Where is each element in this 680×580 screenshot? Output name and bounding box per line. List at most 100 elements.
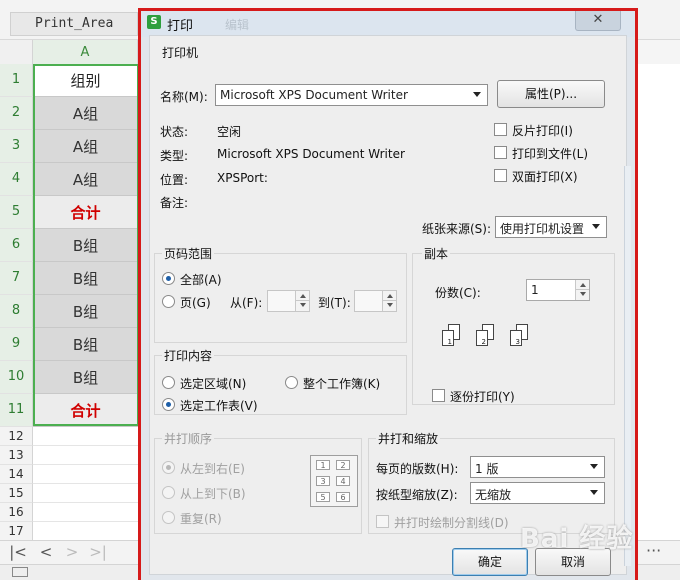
order-left-right-label[interactable]: 从左到右(E) — [180, 460, 245, 477]
row-header[interactable]: 1 — [0, 64, 33, 97]
collate-label[interactable]: 逐份打印(Y) — [450, 388, 515, 405]
close-button[interactable]: ✕ — [575, 11, 621, 31]
draw-dividers-checkbox[interactable] — [376, 515, 389, 528]
page-range-pages-label[interactable]: 页(G) — [180, 294, 211, 311]
pages-per-sheet-select[interactable]: 1 版 — [470, 456, 605, 478]
properties-button[interactable]: 属性(P)... — [497, 80, 605, 108]
empty-cell[interactable] — [33, 503, 138, 522]
order-top-bottom-label[interactable]: 从上到下(B) — [180, 485, 246, 502]
row-header[interactable]: 11 — [0, 394, 33, 427]
print-to-file-checkbox[interactable] — [494, 146, 507, 159]
cell-a[interactable]: A组 — [33, 97, 138, 130]
dialog-titlebar[interactable]: S 打印 编辑 ✕ — [141, 11, 635, 37]
cell-a[interactable]: 合计 — [33, 196, 138, 229]
row-header[interactable]: 7 — [0, 262, 33, 295]
paper-source-value: 使用打印机设置 — [500, 222, 585, 236]
status-value: 空闲 — [217, 125, 242, 139]
collate-checkbox[interactable] — [432, 389, 445, 402]
status-view-icon[interactable] — [12, 567, 28, 577]
paper-source-label: 纸张来源(S): — [422, 222, 492, 236]
cell-a[interactable]: B组 — [33, 361, 138, 394]
cell-a[interactable]: 合计 — [33, 394, 138, 427]
duplex-checkbox[interactable] — [494, 169, 507, 182]
increment-icon[interactable] — [295, 291, 309, 301]
row-header[interactable]: 8 — [0, 295, 33, 328]
copies-count-value: 1 — [531, 283, 539, 297]
order-top-bottom-radio[interactable] — [162, 486, 175, 499]
page-range-all-radio[interactable] — [162, 272, 175, 285]
prev-sheet-icon[interactable]: < — [36, 543, 56, 561]
order-repeat-label[interactable]: 重复(R) — [180, 510, 222, 527]
cell-a[interactable]: B组 — [33, 295, 138, 328]
page-range-all-label[interactable]: 全部(A) — [180, 271, 222, 288]
row-header[interactable]: 9 — [0, 328, 33, 361]
row-header[interactable]: 10 — [0, 361, 33, 394]
print-workbook-label[interactable]: 整个工作簿(K) — [303, 375, 380, 392]
print-to-file-label[interactable]: 打印到文件(L) — [512, 145, 588, 162]
copies-group-label: 副本 — [422, 245, 451, 262]
decrement-icon[interactable] — [295, 301, 309, 311]
printer-name-select[interactable]: Microsoft XPS Document Writer — [215, 84, 488, 106]
pages-per-sheet-label: 每页的版数(H): — [376, 462, 459, 476]
decrement-icon[interactable] — [575, 290, 589, 300]
row-header[interactable]: 13 — [0, 446, 33, 465]
select-all-corner[interactable] — [0, 40, 33, 64]
row-header[interactable]: 4 — [0, 163, 33, 196]
dialog-body: 打印机 名称(M): Microsoft XPS Document Writer… — [149, 35, 627, 576]
next-sheet-icon[interactable]: > — [62, 543, 82, 561]
baidu-watermark: Bai 经验 — [520, 524, 634, 554]
page-range-pages-radio[interactable] — [162, 295, 175, 308]
order-cell: 2 — [336, 460, 350, 470]
printer-name-label: 名称(M): — [160, 90, 208, 104]
row-header[interactable]: 17 — [0, 522, 33, 541]
row-header[interactable]: 15 — [0, 484, 33, 503]
empty-cell[interactable] — [33, 522, 138, 541]
row-header[interactable]: 6 — [0, 229, 33, 262]
ok-button[interactable]: 确定 — [452, 548, 528, 576]
name-box[interactable]: Print_Area — [10, 12, 138, 36]
column-header-a[interactable]: A — [33, 40, 138, 64]
row-header[interactable]: 12 — [0, 427, 33, 446]
duplex-label[interactable]: 双面打印(X) — [512, 168, 578, 185]
cell-a[interactable]: A组 — [33, 130, 138, 163]
row-header[interactable]: 2 — [0, 97, 33, 130]
print-workbook-radio[interactable] — [285, 376, 298, 389]
paper-source-select[interactable]: 使用打印机设置 — [495, 216, 607, 238]
order-cell: 6 — [336, 492, 350, 502]
chevron-down-icon — [590, 490, 598, 495]
last-sheet-icon[interactable]: >| — [88, 543, 108, 561]
reverse-print-checkbox[interactable] — [494, 123, 507, 136]
empty-cell[interactable] — [33, 484, 138, 503]
order-left-right-radio[interactable] — [162, 461, 175, 474]
more-options-icon[interactable]: ··· — [646, 541, 661, 560]
print-selection-label[interactable]: 选定区域(N) — [180, 375, 246, 392]
cell-a[interactable]: B组 — [33, 328, 138, 361]
empty-cell[interactable] — [33, 446, 138, 465]
page-to-input[interactable] — [354, 290, 397, 312]
row-header[interactable]: 16 — [0, 503, 33, 522]
dialog-side-scrollbar — [624, 166, 631, 566]
reverse-print-label[interactable]: 反片打印(I) — [512, 122, 573, 139]
empty-cell[interactable] — [33, 427, 138, 446]
row-header[interactable]: 5 — [0, 196, 33, 229]
cell-a[interactable]: A组 — [33, 163, 138, 196]
decrement-icon[interactable] — [382, 301, 396, 311]
cell-a[interactable]: B组 — [33, 262, 138, 295]
draw-dividers-label[interactable]: 并打时绘制分割线(D) — [394, 514, 509, 531]
order-repeat-radio[interactable] — [162, 511, 175, 524]
cell-a[interactable]: B组 — [33, 229, 138, 262]
row-header[interactable]: 14 — [0, 465, 33, 484]
print-selection-radio[interactable] — [162, 376, 175, 389]
cell-a[interactable]: 组别 — [33, 64, 138, 97]
increment-icon[interactable] — [382, 291, 396, 301]
print-active-sheet-label[interactable]: 选定工作表(V) — [180, 397, 258, 414]
print-order-group-label: 并打顺序 — [162, 430, 215, 447]
empty-cell[interactable] — [33, 465, 138, 484]
scale-select[interactable]: 无缩放 — [470, 482, 605, 504]
copies-count-input[interactable]: 1 — [526, 279, 590, 301]
print-active-sheet-radio[interactable] — [162, 398, 175, 411]
increment-icon[interactable] — [575, 280, 589, 290]
row-header[interactable]: 3 — [0, 130, 33, 163]
page-from-input[interactable] — [267, 290, 310, 312]
first-sheet-icon[interactable]: |< — [8, 543, 28, 561]
